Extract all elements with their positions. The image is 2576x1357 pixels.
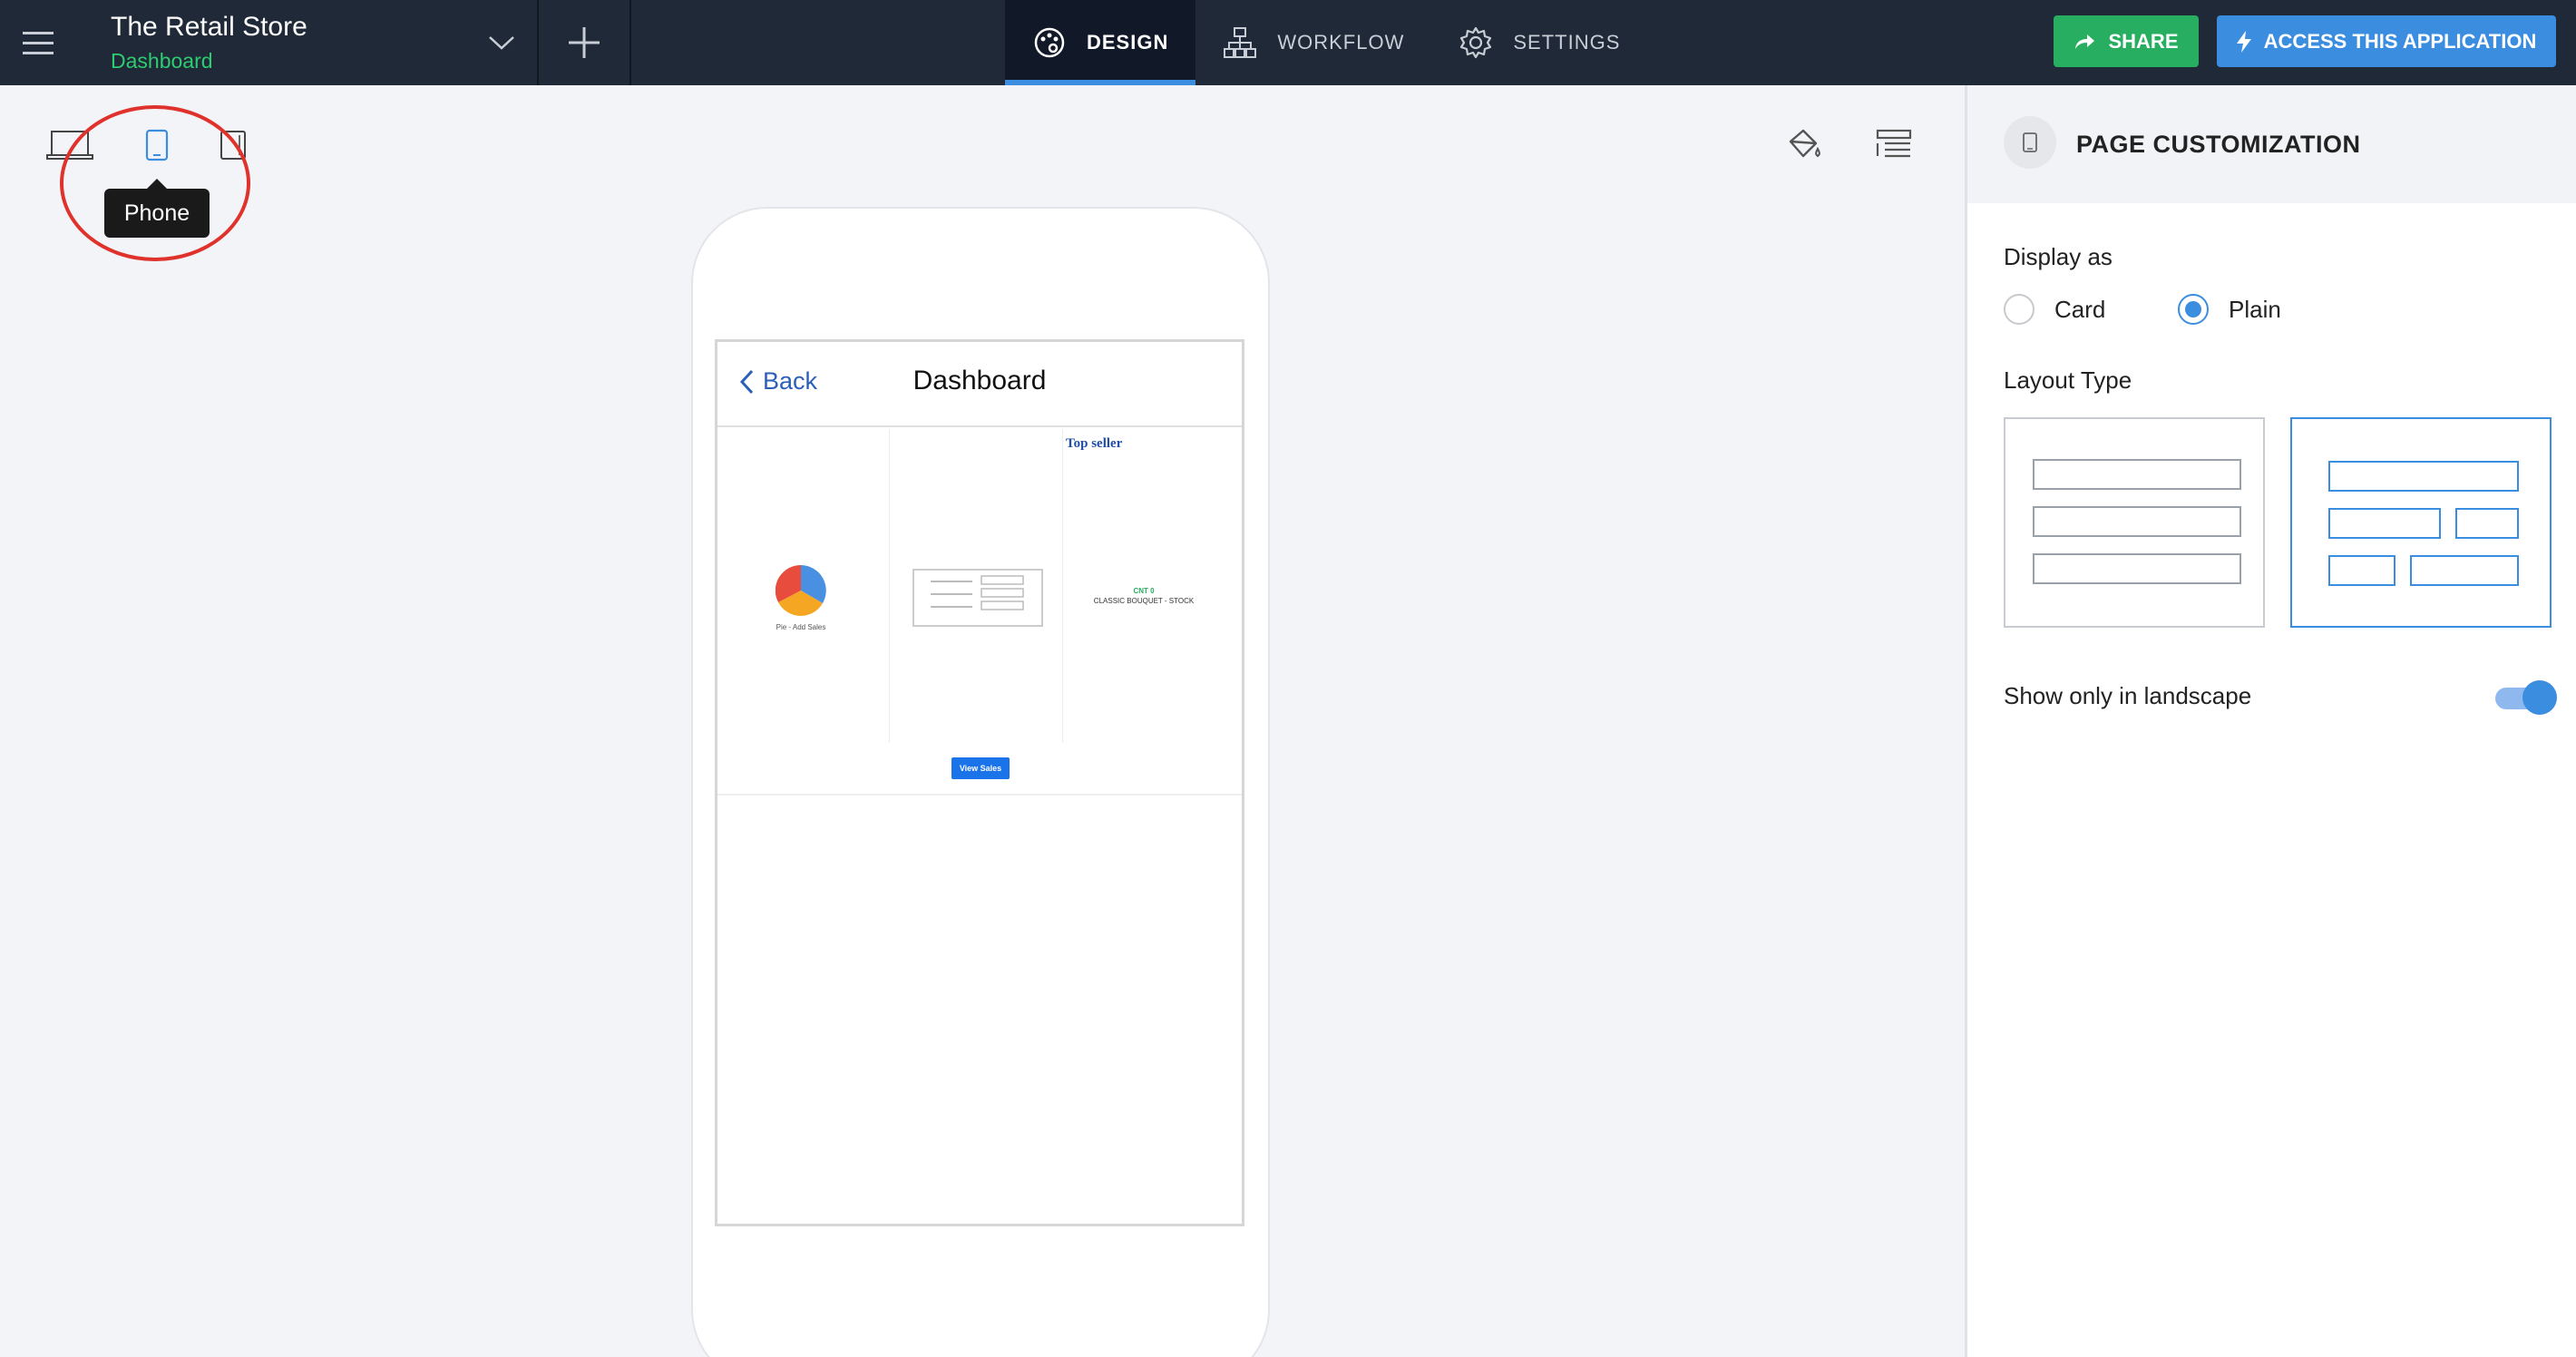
panel-title: PAGE CUSTOMIZATION [2076, 131, 2361, 158]
palette-icon [1034, 27, 1065, 58]
share-arrow-icon [2075, 34, 2095, 49]
layout-bar [2410, 555, 2519, 586]
radio-plain-dot[interactable] [2178, 294, 2209, 325]
layout-bar [2455, 508, 2519, 539]
share-button[interactable]: SHARE [2054, 15, 2199, 67]
pie-caption: Pie - Add Sales [776, 623, 826, 631]
gear-icon [1460, 26, 1492, 59]
add-button[interactable] [539, 0, 629, 85]
radio-card[interactable]: Card [2004, 294, 2105, 325]
app-subtitle: Dashboard [111, 49, 213, 73]
tab-workflow-label: WORKFLOW [1277, 31, 1405, 54]
workflow-icon [1224, 27, 1257, 58]
preview-page-title: Dashboard [912, 366, 1047, 395]
layout-option-grid[interactable] [2290, 417, 2552, 628]
tab-settings-label: SETTINGS [1513, 31, 1621, 54]
tab-design[interactable]: DESIGN [1005, 0, 1196, 85]
layout-bar [2033, 553, 2241, 584]
app-title: The Retail Store [111, 12, 307, 42]
layout-bar [2328, 508, 2441, 539]
radio-plain-label: Plain [2229, 295, 2281, 323]
view-sales-button[interactable]: View Sales [951, 757, 1010, 779]
access-label: ACCESS THIS APPLICATION [2263, 29, 2537, 53]
app-selector[interactable]: The Retail Store Dashboard [111, 0, 537, 85]
radio-card-label: Card [2054, 295, 2106, 323]
phone-icon [2004, 116, 2056, 169]
toggle-knob [2522, 680, 2557, 715]
page-layout-icon[interactable] [1870, 123, 1917, 167]
layout-bar [2033, 506, 2241, 537]
display-as-label: Display as [2004, 243, 2113, 270]
layout-bar [2328, 555, 2395, 586]
chevron-down-icon[interactable] [481, 24, 522, 62]
radio-plain[interactable]: Plain [2178, 294, 2281, 325]
metric-value: CLASSIC BOUQUET - STOCK [1093, 597, 1195, 605]
page-customization-panel: PAGE CUSTOMIZATION Display as Card Plain… [1965, 85, 2576, 1357]
pie-chart-widget[interactable] [775, 564, 826, 616]
main-tabs: DESIGN WORKFLOW SETTINGS [1005, 0, 1647, 85]
preview-header: Back Dashboard [717, 342, 1242, 427]
top-bar: The Retail Store Dashboard DESIGN WORKFL… [0, 0, 2576, 85]
hamburger-menu-button[interactable] [0, 0, 76, 85]
metric-label: CNT 0 [1133, 587, 1155, 595]
column-divider [1062, 429, 1063, 743]
device-tooltip: Phone [104, 179, 210, 238]
layout-bar [2033, 459, 2241, 490]
tab-settings[interactable]: SETTINGS [1431, 0, 1647, 85]
hamburger-icon [23, 32, 54, 54]
layout-type-label: Layout Type [2004, 366, 2132, 394]
lightning-icon [2236, 30, 2251, 53]
layout-bar [2328, 461, 2519, 492]
landscape-toggle[interactable] [2495, 680, 2557, 715]
panel-header: PAGE CUSTOMIZATION [1967, 85, 2576, 203]
plus-icon [569, 27, 600, 58]
access-application-button[interactable]: ACCESS THIS APPLICATION [2217, 15, 2556, 67]
paint-bucket-icon[interactable] [1780, 123, 1827, 167]
report-widget[interactable] [912, 569, 1043, 627]
landscape-label: Show only in landscape [2004, 682, 2252, 709]
stock-metric-widget[interactable]: CNT 0 CLASSIC BOUQUET - STOCK [1071, 587, 1216, 605]
column-divider [889, 429, 890, 743]
tab-workflow[interactable]: WORKFLOW [1195, 0, 1431, 85]
top-seller-label: Top seller [1066, 436, 1123, 451]
share-label: SHARE [2108, 29, 2179, 53]
topbar-divider [629, 0, 631, 85]
radio-card-dot[interactable] [2004, 294, 2034, 325]
layout-option-list[interactable] [2004, 417, 2265, 628]
section-divider [717, 794, 1242, 796]
phone-screen: Back Dashboard Top seller Pie - Add Sale… [715, 339, 1244, 1226]
tab-design-label: DESIGN [1087, 31, 1169, 54]
